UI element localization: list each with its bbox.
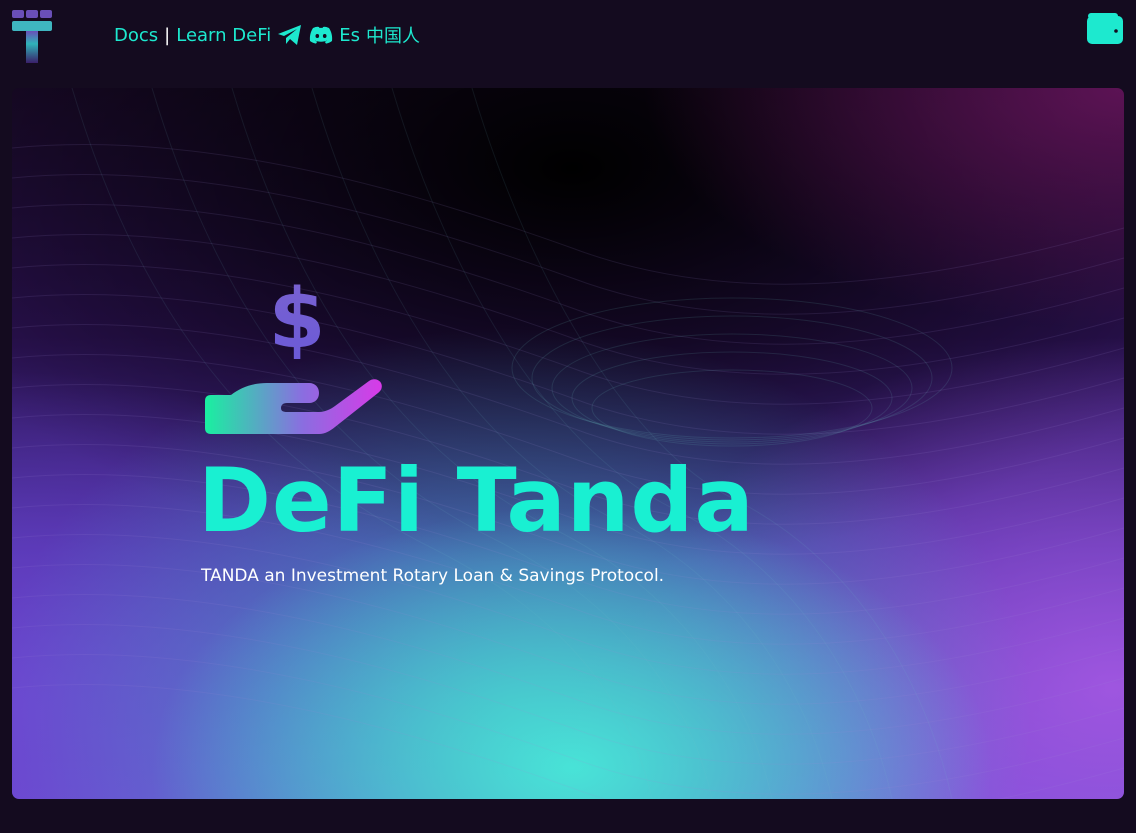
svg-text:$: $ [268,277,325,367]
nav-learn-defi-link[interactable]: Learn DeFi [176,25,271,46]
hero-subtitle: TANDA an Investment Rotary Loan & Saving… [201,566,665,586]
nav-separator: | [164,24,171,46]
wallet-icon[interactable] [1086,12,1124,46]
page: Docs | Learn DeFi Es 中国人 $ DeFi Tanda TA… [0,0,1136,833]
discord-icon[interactable] [309,26,333,44]
wave-lines-background [12,88,1124,799]
hero-title: DeFi Tanda [198,449,755,552]
hero-banner: $ DeFi Tanda TANDA an Investment Rotary … [12,88,1124,799]
lang-zh-link[interactable]: 中国人 [366,22,420,48]
hand-dollar-icon: $ [201,272,383,439]
top-bar: Docs | Learn DeFi Es 中国人 [0,0,1136,70]
tanda-logo-icon[interactable] [12,10,54,64]
telegram-icon[interactable] [277,24,303,46]
top-nav: Docs | Learn DeFi Es 中国人 [114,20,420,50]
lang-es-link[interactable]: Es [339,25,360,46]
nav-docs-link[interactable]: Docs [114,25,158,46]
